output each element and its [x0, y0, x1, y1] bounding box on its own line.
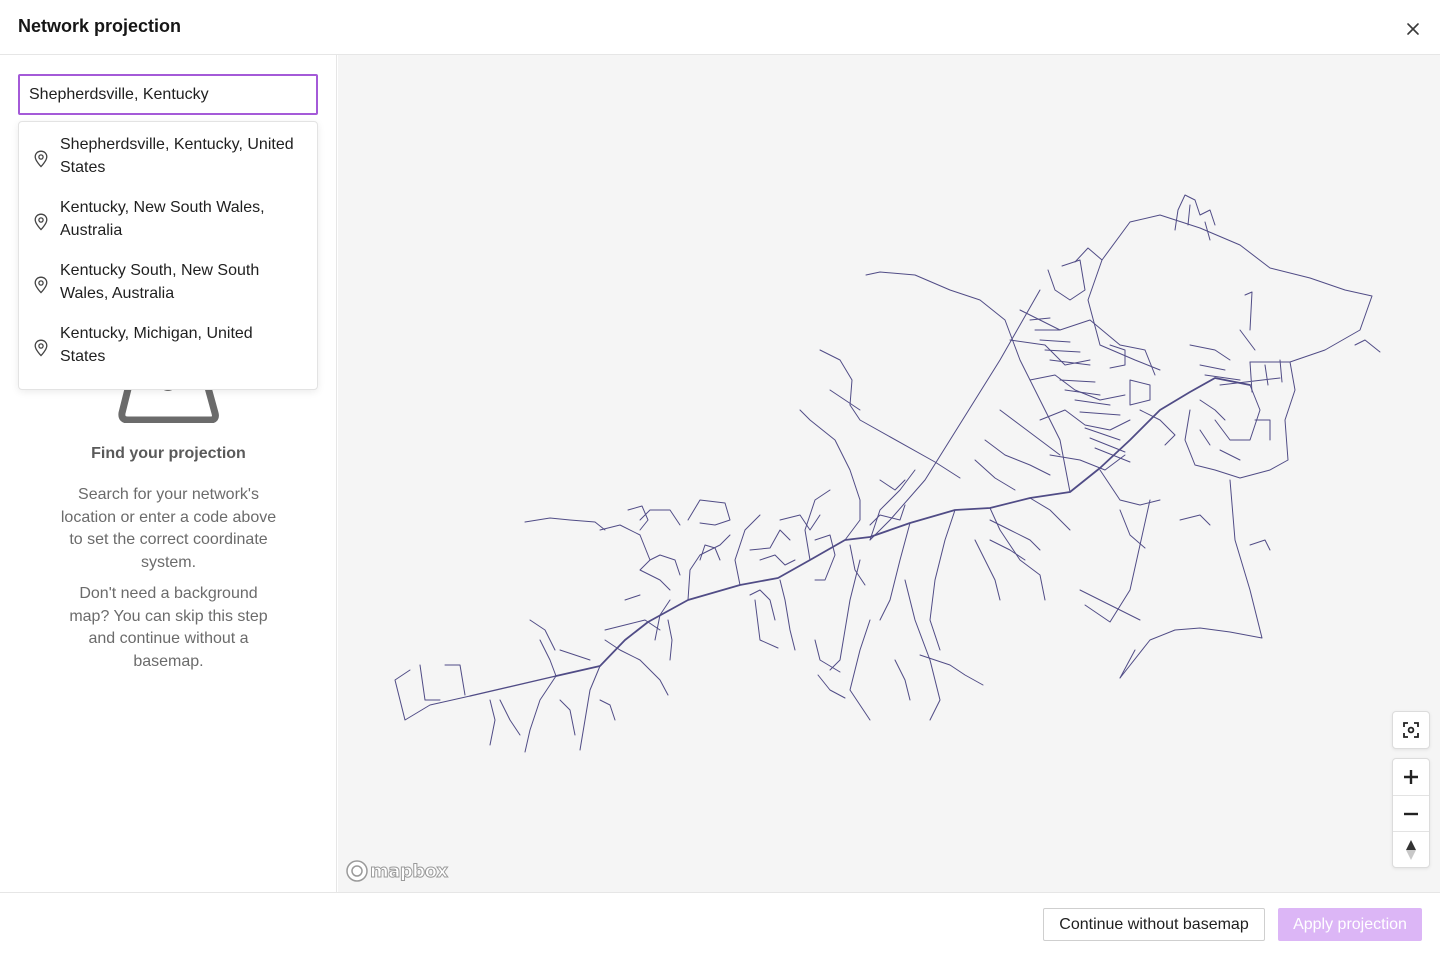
map-pin-icon	[34, 150, 48, 168]
suggestion-item[interactable]: Kentucky, New South Wales, Australia	[19, 185, 317, 248]
suggestions-dropdown: Shepherdsville, Kentucky, United States …	[18, 121, 318, 390]
continue-without-basemap-button[interactable]: Continue without basemap	[1043, 908, 1265, 941]
fit-to-network-button[interactable]	[1393, 712, 1429, 748]
fit-to-network-icon	[1403, 722, 1419, 738]
location-search-input[interactable]	[18, 74, 318, 115]
fit-to-network-control	[1392, 711, 1430, 749]
zoom-in-button[interactable]	[1393, 759, 1429, 795]
search-panel: Shepherdsville, Kentucky, United States …	[0, 55, 337, 892]
suggestion-item[interactable]: Kentucky, Michigan, United States	[19, 311, 317, 374]
zoom-controls	[1392, 758, 1430, 868]
compass-button[interactable]	[1393, 831, 1429, 867]
zoom-in-icon	[1404, 770, 1418, 784]
suggestion-label: Shepherdsville, Kentucky, United States	[60, 136, 294, 176]
network-projection-dialog: Network projection Shepherdsville, Kentu…	[0, 0, 1440, 954]
mapbox-logo-icon	[346, 860, 368, 882]
suggestion-label: Kentucky, New South Wales, Australia	[60, 199, 265, 239]
suggestion-label: Kentucky South, New South Wales, Austral…	[60, 262, 260, 302]
dialog-footer: Continue without basemap Apply projectio…	[0, 892, 1440, 954]
map-canvas[interactable]: mapbox	[338, 55, 1440, 892]
dialog-title: Network projection	[18, 16, 182, 36]
empty-state-skip-text: Don't need a background map? You can ski…	[69, 585, 268, 670]
map-pin-icon	[34, 339, 48, 357]
dialog-header: Network projection	[0, 0, 1440, 55]
suggestion-item[interactable]: Shepherdsville, Kentucky, United States	[19, 122, 317, 185]
empty-state-description: Search for your network's location or en…	[60, 486, 277, 571]
map-pin-icon	[34, 276, 48, 294]
road-network	[394, 194, 1381, 753]
zoom-out-icon	[1404, 812, 1418, 815]
zoom-out-button[interactable]	[1393, 795, 1429, 831]
map-pin-icon	[34, 213, 48, 231]
mapbox-wordmark: mapbox	[370, 860, 449, 882]
suggestion-item[interactable]: Kentucky South, New South Wales, Austral…	[19, 248, 317, 311]
empty-state-title: Find your projection	[91, 445, 246, 462]
close-button[interactable]	[1401, 17, 1425, 41]
close-icon	[1407, 23, 1419, 35]
compass-icon	[1406, 839, 1416, 860]
apply-projection-button[interactable]: Apply projection	[1278, 908, 1422, 941]
suggestion-label: Kentucky, Michigan, United States	[60, 325, 253, 365]
mapbox-attribution[interactable]: mapbox	[346, 860, 449, 882]
